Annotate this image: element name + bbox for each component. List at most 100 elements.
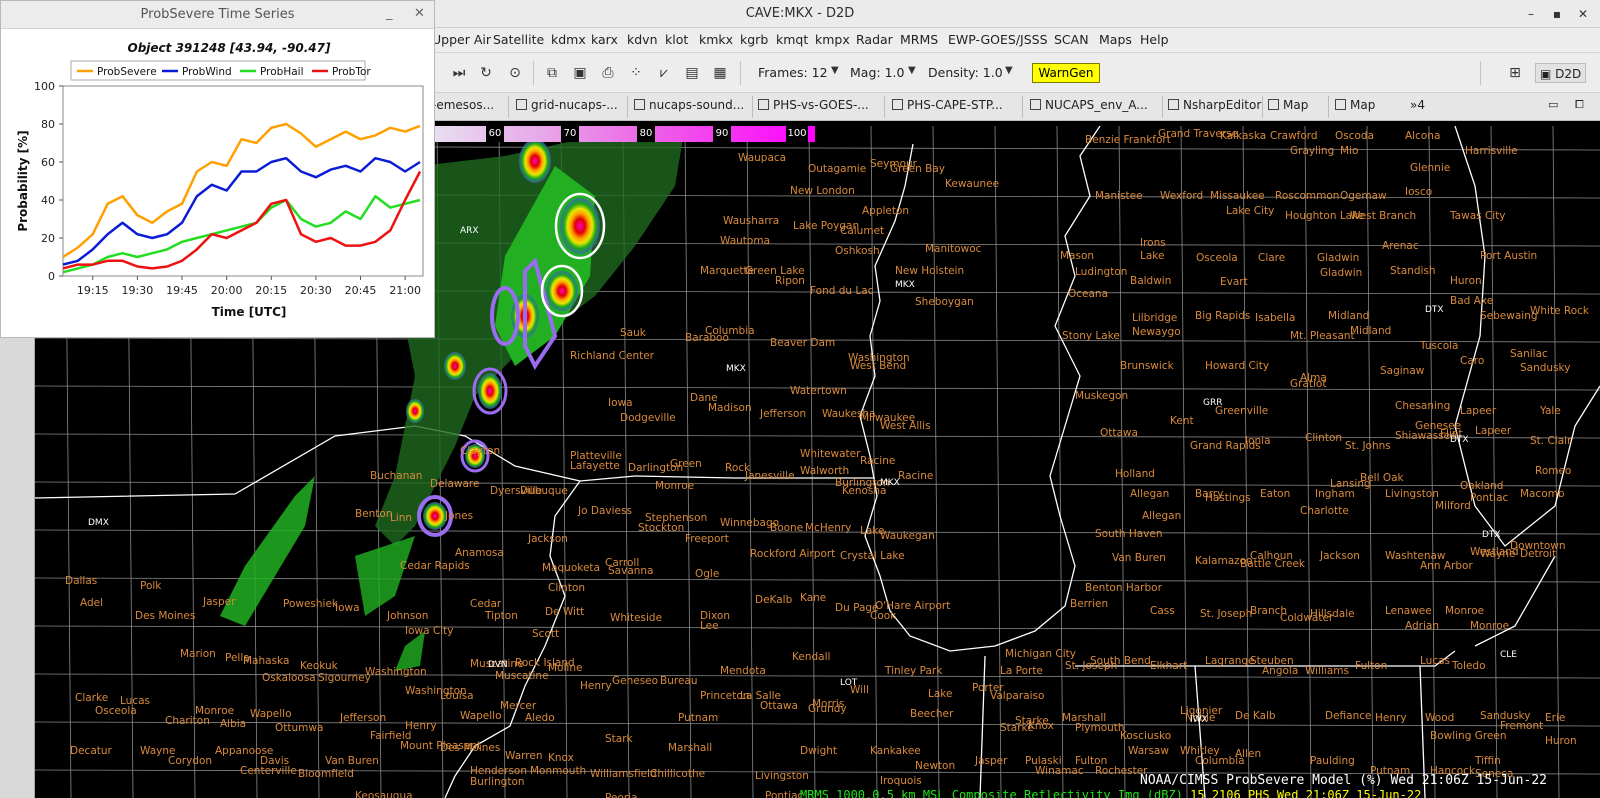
menu-satellite[interactable]: Satellite (493, 32, 544, 47)
minimize-view-icon[interactable]: ▭ (1548, 98, 1558, 118)
tab-grid-nucaps[interactable]: grid-nucaps-... (516, 98, 618, 118)
chart-title: Object 391248 [43.94, -90.47] (128, 41, 331, 55)
clear-icon[interactable]: ⧉ (542, 63, 562, 83)
city-label: Michigan City (1005, 648, 1076, 660)
menu-scan[interactable]: SCAN (1054, 32, 1089, 47)
maximize-view-icon[interactable]: ⧠ (1575, 98, 1584, 118)
city-label: Mt. Pleasant (1290, 330, 1355, 342)
county-line (1428, 126, 1436, 798)
tab-map-1[interactable]: Map (1268, 98, 1308, 118)
last-frame-icon[interactable]: ⏭ (449, 63, 469, 83)
capture-icon[interactable]: ▣ (570, 63, 590, 83)
tab-overflow[interactable]: »4 (1410, 98, 1425, 118)
city-label: Ottawa (760, 700, 798, 712)
radar-site-label: IWX (1190, 715, 1208, 725)
menu-help[interactable]: Help (1140, 32, 1169, 47)
city-label: Kewaunee (945, 178, 1000, 190)
timeseries-titlebar[interactable]: ProbSevere Time Series _ ✕ (1, 1, 434, 29)
city-label: Bloomfield (298, 768, 354, 780)
city-label: Kalkaska (1220, 130, 1267, 142)
points-icon[interactable]: ⁘ (626, 63, 646, 83)
menu-kmkx[interactable]: kmkx (699, 32, 733, 47)
open-perspective-icon[interactable]: ⊞ (1505, 63, 1525, 83)
map-tab-icon (516, 99, 527, 110)
radar-site-label: DMX (88, 518, 109, 528)
menu-kgrb[interactable]: kgrb (740, 32, 768, 47)
city-label: La Porte (1000, 665, 1043, 677)
city-label: Livingston (755, 770, 809, 782)
menu-klot[interactable]: klot (665, 32, 688, 47)
city-label: Fond du Lac (810, 285, 874, 297)
x-tick-label: 20:00 (211, 284, 243, 297)
menu-kmpx[interactable]: kmpx (815, 32, 850, 47)
tab-phs-vs-goes[interactable]: PHS-vs-GOES-... (758, 98, 869, 118)
x-tick-label: 19:45 (166, 284, 198, 297)
city-label: Arenac (1382, 240, 1419, 252)
menu-kdvn[interactable]: kdvn (627, 32, 658, 47)
city-label: Warren (505, 750, 543, 762)
tab-nsharp-editor[interactable]: NsharpEditor (1168, 98, 1261, 118)
image-properties-icon[interactable]: ⊙ (505, 63, 525, 83)
city-label: Livingston (1385, 488, 1439, 500)
city-label: Buchanan (370, 470, 423, 482)
tab-nucaps-env[interactable]: NUCAPS_env_A... (1030, 98, 1148, 118)
tab-emesos[interactable]: -emesos... (432, 98, 494, 118)
city-label: Alcona (1405, 130, 1441, 142)
county-line (1304, 126, 1312, 798)
city-label: Clinton (548, 582, 586, 594)
menu-ewp-goes[interactable]: EWP-GOES/JSSS (948, 32, 1048, 47)
city-label: Benton Harbor (1085, 582, 1162, 594)
maximize-button[interactable]: ▪ (1548, 5, 1566, 23)
warngen-button[interactable]: WarnGen (1032, 63, 1100, 83)
y-axis-label: Probability [%] (16, 130, 30, 231)
minimize-button[interactable]: – (1522, 5, 1540, 23)
loop-icon[interactable]: ↻ (476, 63, 496, 83)
minimize-button[interactable]: _ (386, 6, 393, 21)
city-label: Pontiac (765, 790, 804, 798)
city-label: Cedar (470, 598, 502, 610)
menu-upper-air[interactable]: Upper Air (432, 32, 491, 47)
baseline-icon[interactable]: ⩗ (654, 63, 674, 83)
city-label: Marion (180, 648, 216, 660)
x-axis-label: Time [UTC] (212, 305, 287, 319)
chevron-down-icon[interactable]: ▼ (831, 65, 839, 76)
menu-kdmx[interactable]: kdmx (551, 32, 586, 47)
close-button[interactable]: ✕ (414, 6, 425, 21)
city-label: Milford (1435, 500, 1471, 512)
panel-layout-icon[interactable]: ▤ (682, 63, 702, 83)
chevron-down-icon[interactable]: ▼ (1005, 65, 1013, 76)
chevron-down-icon[interactable]: ▼ (908, 65, 916, 76)
probsevere-time-series-window[interactable]: ProbSevere Time Series _ ✕ Object 391248… (0, 0, 435, 338)
menu-karx[interactable]: karx (591, 32, 618, 47)
city-label: St. Joseph (1200, 608, 1253, 620)
frames-label[interactable]: Frames: 12 (758, 65, 828, 80)
close-button[interactable]: ✕ (1574, 5, 1592, 23)
city-label: Sheboygan (915, 296, 974, 308)
menu-radar[interactable]: Radar (856, 32, 893, 47)
city-label: Defiance (1325, 710, 1372, 722)
menu-maps[interactable]: Maps (1099, 32, 1132, 47)
d2d-perspective-button[interactable]: ▣ D2D (1535, 63, 1587, 83)
city-label: Erie (1545, 712, 1566, 724)
four-panel-icon[interactable]: ▦ (710, 63, 730, 83)
city-label: Manitowoc (925, 243, 982, 255)
city-label: Calumet (840, 225, 885, 237)
tab-map-2[interactable]: Map (1335, 98, 1375, 118)
city-label: Wapello (460, 710, 502, 722)
county-line (35, 721, 1600, 727)
city-label: Dodgeville (620, 412, 676, 424)
tab-nucaps-sound[interactable]: nucaps-sound... (634, 98, 744, 118)
colorbar-tick: 100 (786, 126, 808, 142)
density-label[interactable]: Density: 1.0 (928, 65, 1003, 80)
menu-kmqt[interactable]: kmqt (776, 32, 808, 47)
menu-mrms[interactable]: MRMS (900, 32, 938, 47)
city-label: Wood (1425, 712, 1455, 724)
city-label: Lapeer (1460, 405, 1497, 417)
x-tick-label: 20:15 (255, 284, 287, 297)
city-label: Huron (1450, 275, 1482, 287)
city-label: Janesville (745, 470, 795, 482)
mag-label[interactable]: Mag: 1.0 (850, 65, 904, 80)
city-label: Wausharra (723, 215, 780, 227)
print-icon[interactable]: ⎙ (598, 63, 618, 83)
tab-phs-cape-stp[interactable]: PHS-CAPE-STP... (892, 98, 1003, 118)
